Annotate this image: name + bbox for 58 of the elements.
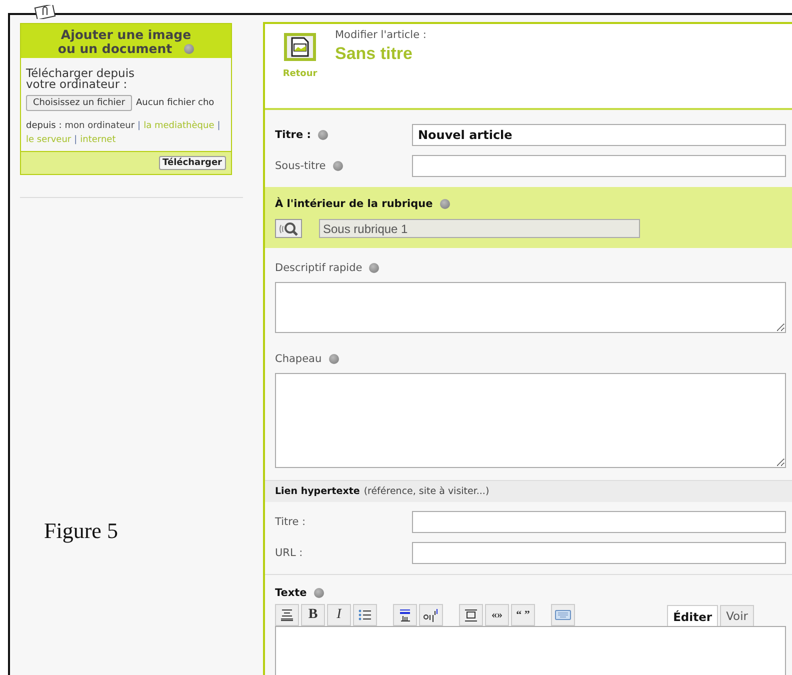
help-icon[interactable] xyxy=(314,588,324,598)
footnote-icon xyxy=(422,608,440,622)
field-label: Descriptif rapide xyxy=(275,262,362,274)
choose-file-button[interactable]: Choisissez un fichier xyxy=(26,95,132,111)
list-button[interactable] xyxy=(353,604,377,626)
field-label: URL : xyxy=(275,546,303,558)
editor-tab[interactable]: Éditer xyxy=(667,605,718,626)
section-label: À l'intérieur de la rubrique xyxy=(275,198,433,210)
help-icon[interactable] xyxy=(332,160,343,170)
text-field[interactable] xyxy=(412,510,786,532)
italic-button[interactable]: I xyxy=(327,604,351,626)
article-title: Sans titre xyxy=(335,44,414,64)
source-link[interactable]: mon ordinateur xyxy=(64,119,135,133)
editor-tab[interactable]: Voir xyxy=(720,605,754,626)
help-icon[interactable] xyxy=(328,354,339,364)
separator: | xyxy=(217,120,220,133)
document-icon[interactable] xyxy=(284,33,316,61)
page-subtitle: Modifier l'article : xyxy=(335,29,426,41)
quote-button[interactable]: «» xyxy=(485,604,509,626)
link-button[interactable] xyxy=(393,604,417,626)
chapeau-textarea[interactable] xyxy=(275,373,786,468)
field-label: Texte xyxy=(275,587,307,599)
upload-intro: Télécharger depuis votre ordinateur : xyxy=(26,68,136,90)
help-icon[interactable] xyxy=(318,130,328,140)
frame-icon xyxy=(464,608,478,622)
sources-label: depuis : xyxy=(26,120,62,133)
search-icon[interactable] xyxy=(275,219,302,238)
help-icon[interactable] xyxy=(369,263,380,273)
field-label: Sous-titre xyxy=(275,160,326,172)
keyboard-button[interactable] xyxy=(551,604,575,626)
field-label: Chapeau xyxy=(275,353,322,365)
text-field[interactable] xyxy=(412,542,786,564)
text-field[interactable] xyxy=(412,154,786,176)
descriptif-textarea[interactable] xyxy=(275,282,786,333)
figure-caption: Figure 5 xyxy=(44,518,118,544)
separator: | xyxy=(138,120,141,133)
align-icon xyxy=(280,609,294,621)
panel-title: Ajouter une image xyxy=(60,28,192,42)
upload-button[interactable]: Télécharger xyxy=(158,156,226,170)
heading-button[interactable] xyxy=(275,604,299,626)
footnote-button[interactable] xyxy=(419,604,443,626)
file-status: Aucun fichier cho xyxy=(136,98,214,108)
section-note: (référence, site à visiter...) xyxy=(364,486,490,497)
separator: | xyxy=(74,134,78,147)
panel-title: ou un document xyxy=(58,42,172,56)
block-button[interactable] xyxy=(459,604,483,626)
text-field[interactable]: Nouvel article xyxy=(412,124,786,146)
link-icon xyxy=(397,607,413,623)
quote-button[interactable]: “ ” xyxy=(511,604,535,626)
keyboard-icon xyxy=(555,610,571,620)
help-icon[interactable] xyxy=(440,199,450,209)
rubrique-field[interactable]: Sous rubrique 1 xyxy=(319,219,640,238)
bold-button[interactable]: B xyxy=(301,604,325,626)
field-label: Titre : xyxy=(275,516,306,528)
section-label: Lien hypertexte xyxy=(275,486,360,497)
help-icon[interactable] xyxy=(184,44,194,54)
field-label: Titre : xyxy=(275,128,311,140)
list-icon xyxy=(358,609,372,621)
